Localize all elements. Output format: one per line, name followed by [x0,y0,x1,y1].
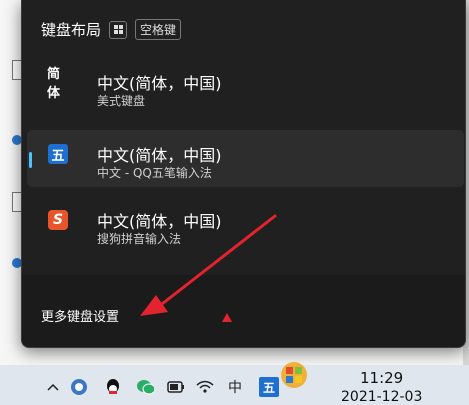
ime-mode-indicator[interactable]: 中 [226,378,244,396]
tray-app-icon[interactable] [70,378,88,396]
qq-icon[interactable] [104,378,122,396]
wechat-icon[interactable] [136,378,154,396]
show-hidden-icons-chevron-icon[interactable] [44,378,62,396]
wifi-icon[interactable] [196,378,214,396]
power-plug-icon[interactable] [166,378,184,396]
clock-date[interactable]: 2021-12-03 [341,389,422,405]
red-arrow-annotation [140,214,277,316]
site-watermark-logo [281,362,307,388]
taskbar: 中 五 11:29 2021-12-03 [0,365,469,405]
